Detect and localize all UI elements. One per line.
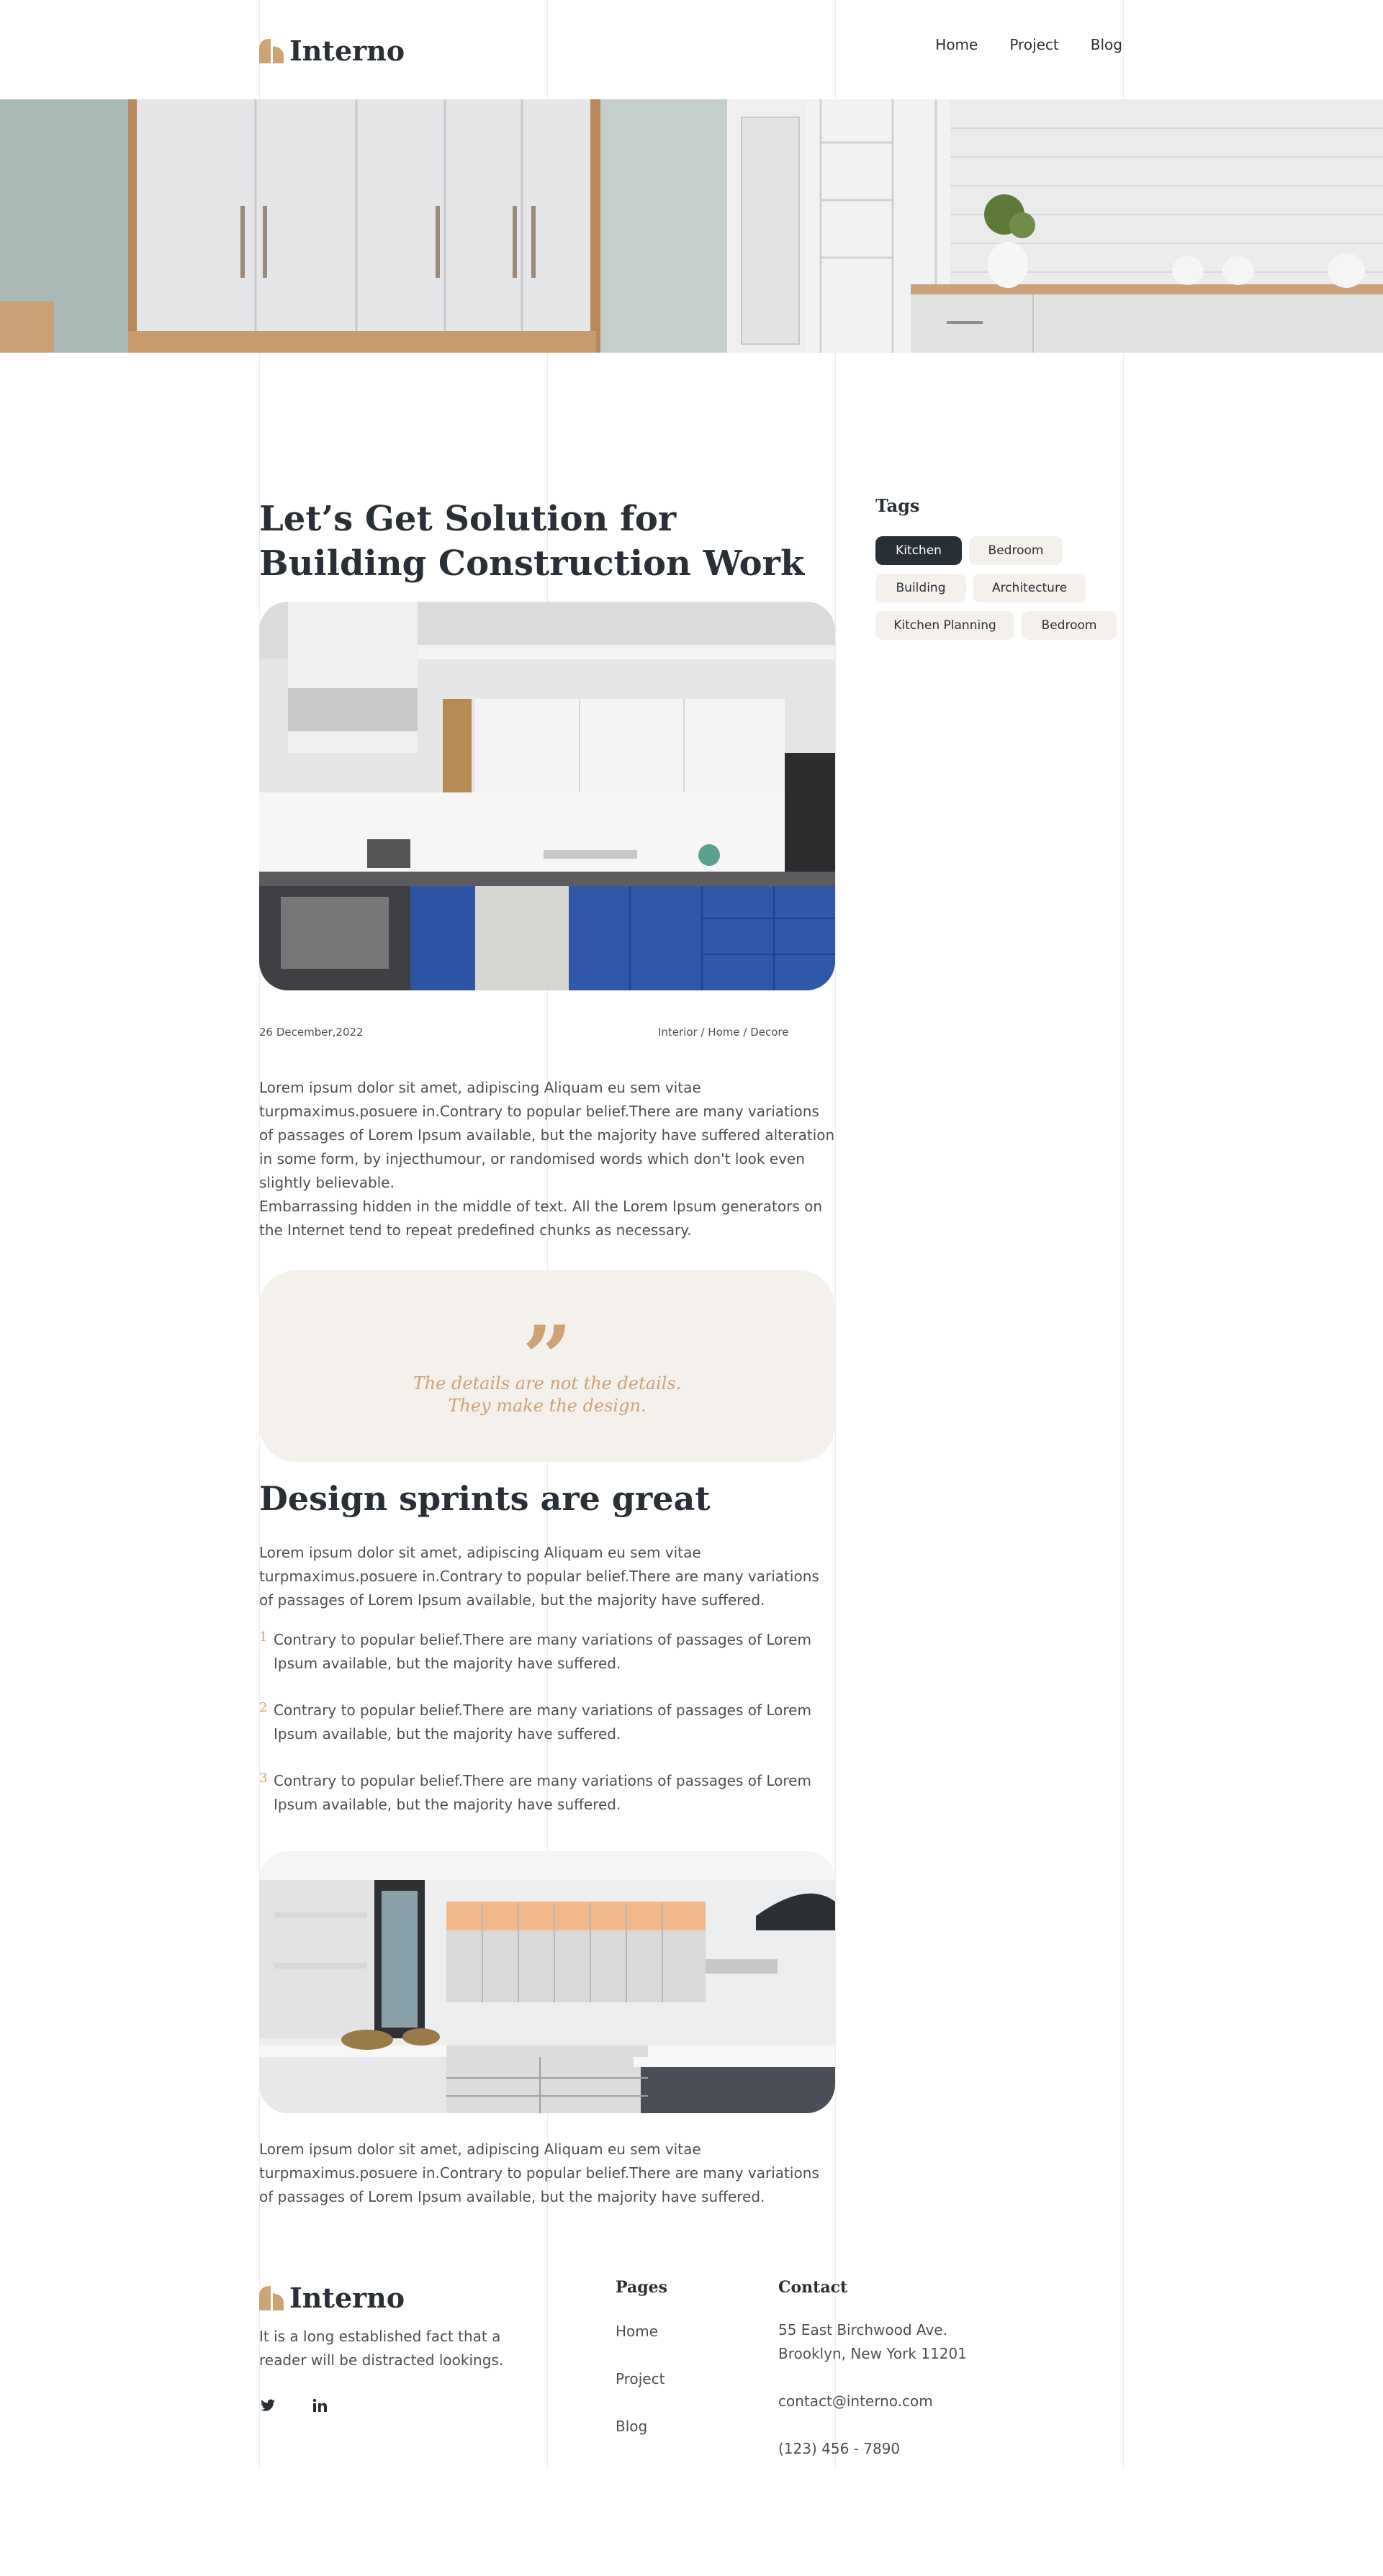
logo-text: Interno bbox=[289, 2282, 405, 2314]
numbered-list: 1 Contrary to popular belief.There are m… bbox=[259, 1628, 835, 1840]
logo-icon bbox=[259, 2285, 284, 2310]
quote-block: ” The details are not the details. They … bbox=[259, 1270, 835, 1462]
list-item: 1 Contrary to popular belief.There are m… bbox=[259, 1628, 835, 1699]
quote-line-1: The details are not the details. bbox=[413, 1373, 682, 1393]
footer-link-blog[interactable]: Blog bbox=[616, 2418, 647, 2435]
address-line-1: 55 East Birchwood Ave. bbox=[778, 2321, 947, 2338]
grid-line bbox=[1123, 0, 1124, 2469]
list-item: 3 Contrary to popular belief.There are m… bbox=[259, 1769, 835, 1840]
tag-kitchen[interactable]: Kitchen bbox=[875, 536, 962, 565]
intro-paragraph-2: Embarrassing hidden in the middle of tex… bbox=[259, 1198, 823, 1239]
list-number: 3 bbox=[259, 1771, 268, 1786]
section-paragraph: Lorem ipsum dolor sit amet, adipiscing A… bbox=[259, 1544, 819, 1609]
kitchen-image-2 bbox=[259, 1851, 835, 2113]
nav-home[interactable]: Home bbox=[935, 36, 978, 53]
footer-link-home[interactable]: Home bbox=[616, 2323, 658, 2340]
article-date: 26 December,2022 bbox=[259, 1026, 364, 1039]
article-title: Let’s Get Solution for Building Construc… bbox=[259, 499, 805, 584]
quote-line-2: They make the design. bbox=[448, 1396, 647, 1416]
footer-logo[interactable]: Interno bbox=[259, 2282, 405, 2314]
tag-bedroom[interactable]: Bedroom bbox=[969, 536, 1063, 565]
header-logo[interactable]: Interno bbox=[259, 35, 405, 67]
list-number: 2 bbox=[259, 1700, 268, 1715]
linkedin-icon[interactable] bbox=[311, 2397, 328, 2414]
address-line-2: Brooklyn, New York 11201 bbox=[778, 2345, 967, 2362]
tag-kitchen-planning[interactable]: Kitchen Planning bbox=[875, 611, 1014, 640]
footer-address: 55 East Birchwood Ave. Brooklyn, New Yor… bbox=[778, 2318, 967, 2366]
list-number: 1 bbox=[259, 1630, 268, 1645]
logo-icon bbox=[259, 38, 284, 63]
main-nav: Home Project Blog bbox=[935, 36, 1122, 53]
quote-text: The details are not the details. They ma… bbox=[259, 1373, 835, 1417]
article-categories[interactable]: Interior / Home / Decore bbox=[658, 1026, 788, 1039]
list-item: 2 Contrary to popular belief.There are m… bbox=[259, 1699, 835, 1769]
footer-link-project[interactable]: Project bbox=[616, 2370, 665, 2387]
footer-pages-title: Pages bbox=[616, 2278, 667, 2297]
tag-bedroom-2[interactable]: Bedroom bbox=[1022, 611, 1117, 640]
logo-text: Interno bbox=[289, 35, 405, 67]
kitchen-image-1 bbox=[259, 602, 835, 990]
list-text: Contrary to popular belief.There are man… bbox=[274, 1701, 811, 1743]
footer-email[interactable]: contact@interno.com bbox=[778, 2390, 933, 2413]
grid-line bbox=[835, 0, 836, 2469]
list-text: Contrary to popular belief.There are man… bbox=[274, 1631, 811, 1672]
section-title: Design sprints are great bbox=[259, 1479, 711, 1518]
hero-image bbox=[0, 99, 1383, 353]
tag-architecture[interactable]: Architecture bbox=[973, 574, 1086, 602]
footer-contact-title: Contact bbox=[778, 2278, 848, 2297]
tag-building[interactable]: Building bbox=[875, 574, 966, 602]
nav-project[interactable]: Project bbox=[1009, 36, 1058, 53]
footer-phone[interactable]: (123) 456 - 7890 bbox=[778, 2437, 900, 2461]
tags-title: Tags bbox=[875, 495, 920, 516]
intro-paragraph-1: Lorem ipsum dolor sit amet, adipiscing A… bbox=[259, 1079, 835, 1191]
list-text: Contrary to popular belief.There are man… bbox=[274, 1772, 811, 1813]
nav-blog[interactable]: Blog bbox=[1091, 36, 1122, 53]
closing-paragraph: Lorem ipsum dolor sit amet, adipiscing A… bbox=[259, 2141, 819, 2205]
footer-description: It is a long established fact that a rea… bbox=[259, 2328, 504, 2369]
twitter-icon[interactable] bbox=[259, 2397, 276, 2414]
